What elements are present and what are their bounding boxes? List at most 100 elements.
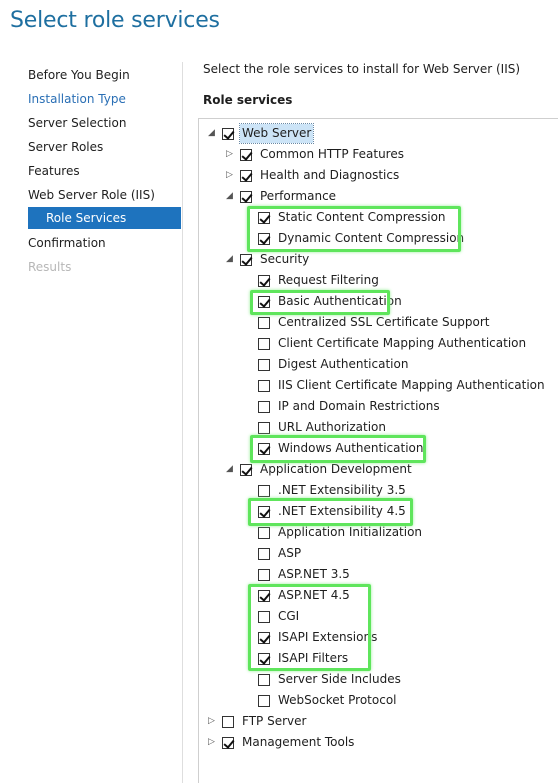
tree-item-static-content-compression[interactable]: Static Content Compression — [241, 208, 448, 227]
tree-item-isapi-filters[interactable]: ISAPI Filters — [241, 649, 350, 668]
tree-item-label: CGI — [278, 609, 300, 623]
nav-before-you-begin[interactable]: Before You Begin — [28, 64, 130, 86]
checkbox[interactable] — [258, 211, 270, 224]
checkbox[interactable] — [258, 442, 270, 455]
expand-arrow-icon[interactable]: ▷ — [223, 169, 236, 182]
checkbox[interactable] — [258, 316, 270, 329]
checkbox[interactable] — [258, 526, 270, 539]
tree-item-label: Application Development — [260, 462, 412, 476]
nav-role-services[interactable]: Role Services — [28, 207, 181, 229]
tree-item-websocket-protocol[interactable]: WebSocket Protocol — [241, 691, 399, 710]
nav-installation-type[interactable]: Installation Type — [28, 88, 126, 110]
checkbox[interactable] — [258, 295, 270, 308]
tree-item-application-development[interactable]: ◢ Application Development — [223, 460, 414, 479]
nav-confirmation[interactable]: Confirmation — [28, 232, 106, 254]
checkbox[interactable] — [258, 505, 270, 518]
tree-item-label: Performance — [260, 189, 337, 203]
tree-item-server-side-includes[interactable]: Server Side Includes — [241, 670, 403, 689]
checkbox[interactable] — [258, 547, 270, 560]
tree-item-management-tools[interactable]: ▷ Management Tools — [205, 733, 356, 752]
tree-item-label: URL Authorization — [278, 420, 386, 434]
tree-item-label: Management Tools — [242, 735, 355, 749]
nav-server-selection[interactable]: Server Selection — [28, 112, 126, 134]
nav-divider — [182, 62, 183, 783]
expand-arrow-icon[interactable]: ▷ — [223, 148, 236, 161]
tree-item-label: ASP.NET 4.5 — [278, 588, 350, 602]
tree-item-label: IIS Client Certificate Mapping Authentic… — [278, 378, 545, 392]
checkbox[interactable] — [258, 631, 270, 644]
tree-item-ftp-server[interactable]: ▷ FTP Server — [205, 712, 308, 731]
tree-item-web-server[interactable]: ◢ Web Server — [205, 123, 315, 144]
tree-item-ip-and-domain-restrictions[interactable]: IP and Domain Restrictions — [241, 397, 442, 416]
nav-results: Results — [28, 260, 72, 274]
nav-server-roles[interactable]: Server Roles — [28, 136, 103, 158]
tree-item-label: Request Filtering — [278, 273, 379, 287]
tree-item-performance[interactable]: ◢ Performance — [223, 187, 338, 206]
nav-features[interactable]: Features — [28, 160, 80, 182]
collapse-arrow-icon[interactable]: ◢ — [223, 190, 236, 203]
tree-item-label: Web Server — [238, 123, 315, 144]
expand-arrow-icon[interactable]: ▷ — [205, 736, 218, 749]
tree-item-health-and-diagnostics[interactable]: ▷ Health and Diagnostics — [223, 166, 401, 185]
tree-item-iis-client-certificate-mapping-authentication[interactable]: IIS Client Certificate Mapping Authentic… — [241, 376, 547, 395]
checkbox[interactable] — [258, 484, 270, 497]
checkbox[interactable] — [258, 232, 270, 245]
tree-item-label: ASP — [278, 546, 302, 560]
checkbox[interactable] — [258, 589, 270, 602]
checkbox[interactable] — [222, 715, 234, 728]
tree-item-basic-authentication[interactable]: Basic Authentication — [241, 292, 404, 311]
tree-item-label: IP and Domain Restrictions — [278, 399, 440, 413]
tree-item-security[interactable]: ◢ Security — [223, 250, 311, 269]
collapse-arrow-icon[interactable]: ◢ — [223, 463, 236, 476]
tree-item-dynamic-content-compression[interactable]: Dynamic Content Compression — [241, 229, 466, 248]
tree-item-application-initialization[interactable]: Application Initialization — [241, 523, 424, 542]
checkbox[interactable] — [258, 568, 270, 581]
tree-item-label: Centralized SSL Certificate Support — [278, 315, 490, 329]
checkbox[interactable] — [258, 694, 270, 707]
checkbox[interactable] — [258, 400, 270, 413]
tree-item-net-extensibility-4-5[interactable]: .NET Extensibility 4.5 — [241, 502, 408, 521]
checkbox[interactable] — [240, 169, 252, 182]
intro-text: Select the role services to install for … — [203, 62, 521, 76]
tree-item-asp-net-4-5[interactable]: ASP.NET 4.5 — [241, 586, 352, 605]
tree-item-label: Basic Authentication — [278, 294, 402, 308]
tree-item-digest-authentication[interactable]: Digest Authentication — [241, 355, 410, 374]
tree-item-request-filtering[interactable]: Request Filtering — [241, 271, 381, 290]
tree-item-asp-net-3-5[interactable]: ASP.NET 3.5 — [241, 565, 352, 584]
tree-item-isapi-extensions[interactable]: ISAPI Extensions — [241, 628, 379, 647]
tree-item-label: Common HTTP Features — [260, 147, 404, 161]
tree-item-net-extensibility-3-5[interactable]: .NET Extensibility 3.5 — [241, 481, 408, 500]
checkbox[interactable] — [258, 274, 270, 287]
role-services-label: Role services — [203, 93, 293, 107]
tree-item-label: ISAPI Extensions — [278, 630, 378, 644]
checkbox[interactable] — [222, 127, 234, 140]
tree-item-label: FTP Server — [242, 714, 307, 728]
checkbox[interactable] — [258, 610, 270, 623]
tree-item-label: Health and Diagnostics — [260, 168, 400, 182]
tree-item-client-certificate-mapping-authentication[interactable]: Client Certificate Mapping Authenticatio… — [241, 334, 528, 353]
collapse-arrow-icon[interactable]: ◢ — [223, 253, 236, 266]
tree-item-label: Static Content Compression — [278, 210, 446, 224]
checkbox[interactable] — [258, 652, 270, 665]
tree-item-label: Application Initialization — [278, 525, 423, 539]
tree-item-url-authorization[interactable]: URL Authorization — [241, 418, 388, 437]
checkbox[interactable] — [240, 190, 252, 203]
checkbox[interactable] — [258, 337, 270, 350]
checkbox[interactable] — [258, 358, 270, 371]
checkbox[interactable] — [240, 253, 252, 266]
nav-web-server-role[interactable]: Web Server Role (IIS) — [28, 184, 155, 206]
tree-item-cgi[interactable]: CGI — [241, 607, 301, 626]
tree-item-asp[interactable]: ASP — [241, 544, 303, 563]
tree-item-centralized-ssl-certificate-support[interactable]: Centralized SSL Certificate Support — [241, 313, 491, 332]
tree-item-common-http-features[interactable]: ▷ Common HTTP Features — [223, 145, 406, 164]
collapse-arrow-icon[interactable]: ◢ — [205, 127, 218, 140]
checkbox[interactable] — [222, 736, 234, 749]
tree-item-label: WebSocket Protocol — [278, 693, 397, 707]
tree-item-windows-authentication[interactable]: Windows Authentication — [241, 439, 425, 458]
checkbox[interactable] — [258, 673, 270, 686]
checkbox[interactable] — [240, 148, 252, 161]
expand-arrow-icon[interactable]: ▷ — [205, 715, 218, 728]
checkbox[interactable] — [240, 463, 252, 476]
checkbox[interactable] — [258, 421, 270, 434]
checkbox[interactable] — [258, 379, 270, 392]
